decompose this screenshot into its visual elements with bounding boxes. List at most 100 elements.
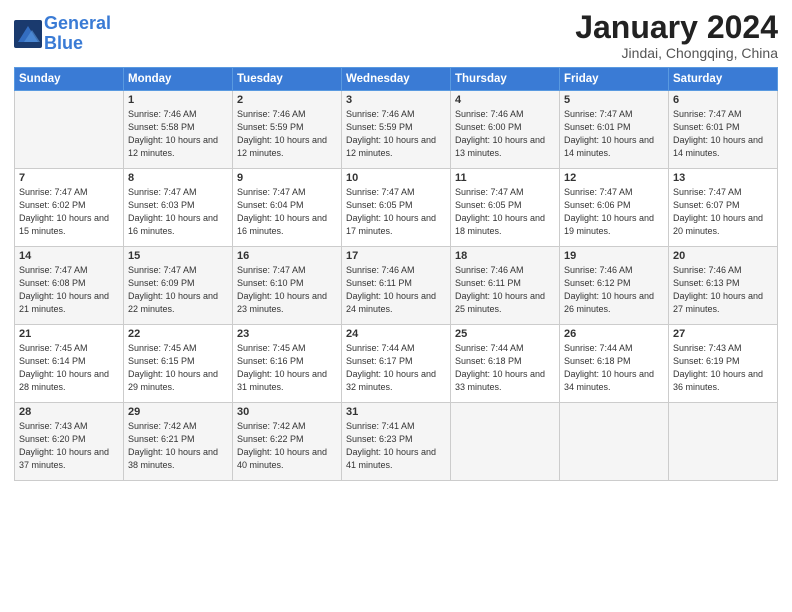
day-info: Sunrise: 7:47 AMSunset: 6:04 PMDaylight:… — [237, 187, 327, 236]
logo-icon — [14, 20, 42, 48]
day-cell: 4Sunrise: 7:46 AMSunset: 6:00 PMDaylight… — [451, 91, 560, 169]
calendar-header: Sunday Monday Tuesday Wednesday Thursday… — [15, 68, 778, 91]
day-number: 17 — [346, 250, 446, 262]
logo: General Blue — [14, 14, 111, 54]
day-cell: 14 Sunrise: 7:47 AMSunset: 6:08 PMDayligh… — [15, 247, 124, 325]
day-info: Sunrise: 7:47 AMSunset: 6:06 PMDaylight:… — [564, 187, 654, 236]
day-info: Sunrise: 7:43 AMSunset: 6:19 PMDaylight:… — [673, 343, 763, 392]
day-info: Sunrise: 7:46 AMSunset: 5:59 PMDaylight:… — [237, 109, 327, 158]
day-number: 20 — [673, 250, 773, 262]
day-cell: 12 Sunrise: 7:47 AMSunset: 6:06 PMDayligh… — [560, 169, 669, 247]
day-info: Sunrise: 7:47 AMSunset: 6:07 PMDaylight:… — [673, 187, 763, 236]
location: Jindai, Chongqing, China — [575, 45, 778, 61]
day-number: 3 — [346, 94, 446, 106]
day-cell: 17 Sunrise: 7:46 AMSunset: 6:11 PMDayligh… — [342, 247, 451, 325]
day-cell: 26Sunrise: 7:44 AMSunset: 6:18 PMDayligh… — [560, 325, 669, 403]
day-cell: 19Sunrise: 7:46 AMSunset: 6:12 PMDayligh… — [560, 247, 669, 325]
day-cell: 16Sunrise: 7:47 AMSunset: 6:10 PMDayligh… — [233, 247, 342, 325]
day-info: Sunrise: 7:45 AMSunset: 6:16 PMDaylight:… — [237, 343, 327, 392]
col-wednesday: Wednesday — [342, 68, 451, 91]
col-sunday: Sunday — [15, 68, 124, 91]
day-info: Sunrise: 7:47 AMSunset: 6:05 PMDaylight:… — [346, 187, 436, 236]
day-cell: 21 Sunrise: 7:45 AMSunset: 6:14 PMDayligh… — [15, 325, 124, 403]
day-cell: 30 Sunrise: 7:42 AMSunset: 6:22 PMDayligh… — [233, 403, 342, 481]
day-cell: 5 Sunrise: 7:47 AMSunset: 6:01 PMDaylight… — [560, 91, 669, 169]
day-cell: 9 Sunrise: 7:47 AMSunset: 6:04 PMDaylight… — [233, 169, 342, 247]
day-info: Sunrise: 7:47 AMSunset: 6:05 PMDaylight:… — [455, 187, 545, 236]
day-number: 19 — [564, 250, 664, 262]
day-number: 24 — [346, 328, 446, 340]
col-friday: Friday — [560, 68, 669, 91]
day-number: 21 — [19, 328, 119, 340]
day-cell: 8Sunrise: 7:47 AMSunset: 6:03 PMDaylight… — [124, 169, 233, 247]
week-row-3: 14 Sunrise: 7:47 AMSunset: 6:08 PMDayligh… — [15, 247, 778, 325]
calendar-body: 1Sunrise: 7:46 AMSunset: 5:58 PMDaylight… — [15, 91, 778, 481]
day-cell: 6Sunrise: 7:47 AMSunset: 6:01 PMDaylight… — [669, 91, 778, 169]
day-number: 7 — [19, 172, 119, 184]
main-container: General Blue January 2024 Jindai, Chongq… — [0, 0, 792, 491]
day-info: Sunrise: 7:46 AMSunset: 5:59 PMDaylight:… — [346, 109, 436, 158]
day-info: Sunrise: 7:46 AMSunset: 6:00 PMDaylight:… — [455, 109, 545, 158]
day-cell: 29 Sunrise: 7:42 AMSunset: 6:21 PMDayligh… — [124, 403, 233, 481]
day-number: 16 — [237, 250, 337, 262]
day-info: Sunrise: 7:44 AMSunset: 6:18 PMDaylight:… — [564, 343, 654, 392]
day-number: 11 — [455, 172, 555, 184]
logo-line2: Blue — [44, 33, 83, 53]
day-cell: 7 Sunrise: 7:47 AMSunset: 6:02 PMDaylight… — [15, 169, 124, 247]
day-info: Sunrise: 7:47 AMSunset: 6:02 PMDaylight:… — [19, 187, 109, 236]
week-row-2: 7 Sunrise: 7:47 AMSunset: 6:02 PMDaylight… — [15, 169, 778, 247]
week-row-5: 28Sunrise: 7:43 AMSunset: 6:20 PMDayligh… — [15, 403, 778, 481]
logo-line1: General — [44, 13, 111, 33]
day-number: 14 — [19, 250, 119, 262]
day-cell — [669, 403, 778, 481]
day-cell: 31Sunrise: 7:41 AMSunset: 6:23 PMDayligh… — [342, 403, 451, 481]
col-thursday: Thursday — [451, 68, 560, 91]
day-info: Sunrise: 7:47 AMSunset: 6:01 PMDaylight:… — [564, 109, 654, 158]
day-number: 2 — [237, 94, 337, 106]
day-number: 22 — [128, 328, 228, 340]
day-cell: 28Sunrise: 7:43 AMSunset: 6:20 PMDayligh… — [15, 403, 124, 481]
day-cell: 22 Sunrise: 7:45 AMSunset: 6:15 PMDayligh… — [124, 325, 233, 403]
day-number: 27 — [673, 328, 773, 340]
day-cell: 1Sunrise: 7:46 AMSunset: 5:58 PMDaylight… — [124, 91, 233, 169]
day-info: Sunrise: 7:42 AMSunset: 6:22 PMDaylight:… — [237, 421, 327, 470]
day-cell: 27 Sunrise: 7:43 AMSunset: 6:19 PMDayligh… — [669, 325, 778, 403]
day-info: Sunrise: 7:44 AMSunset: 6:18 PMDaylight:… — [455, 343, 545, 392]
calendar-table: Sunday Monday Tuesday Wednesday Thursday… — [14, 67, 778, 481]
day-cell: 18Sunrise: 7:46 AMSunset: 6:11 PMDayligh… — [451, 247, 560, 325]
day-info: Sunrise: 7:44 AMSunset: 6:17 PMDaylight:… — [346, 343, 436, 392]
day-cell: 13Sunrise: 7:47 AMSunset: 6:07 PMDayligh… — [669, 169, 778, 247]
day-number: 1 — [128, 94, 228, 106]
day-number: 30 — [237, 406, 337, 418]
day-number: 12 — [564, 172, 664, 184]
week-row-1: 1Sunrise: 7:46 AMSunset: 5:58 PMDaylight… — [15, 91, 778, 169]
day-info: Sunrise: 7:47 AMSunset: 6:09 PMDaylight:… — [128, 265, 218, 314]
day-number: 8 — [128, 172, 228, 184]
header-row: Sunday Monday Tuesday Wednesday Thursday… — [15, 68, 778, 91]
day-info: Sunrise: 7:46 AMSunset: 6:11 PMDaylight:… — [346, 265, 436, 314]
day-info: Sunrise: 7:45 AMSunset: 6:14 PMDaylight:… — [19, 343, 109, 392]
day-cell: 3 Sunrise: 7:46 AMSunset: 5:59 PMDaylight… — [342, 91, 451, 169]
day-info: Sunrise: 7:47 AMSunset: 6:01 PMDaylight:… — [673, 109, 763, 158]
day-info: Sunrise: 7:47 AMSunset: 6:08 PMDaylight:… — [19, 265, 109, 314]
day-number: 10 — [346, 172, 446, 184]
day-number: 9 — [237, 172, 337, 184]
day-cell: 23 Sunrise: 7:45 AMSunset: 6:16 PMDayligh… — [233, 325, 342, 403]
day-number: 29 — [128, 406, 228, 418]
day-cell: 20Sunrise: 7:46 AMSunset: 6:13 PMDayligh… — [669, 247, 778, 325]
day-info: Sunrise: 7:46 AMSunset: 6:11 PMDaylight:… — [455, 265, 545, 314]
logo-text: General Blue — [44, 14, 111, 54]
day-cell: 25 Sunrise: 7:44 AMSunset: 6:18 PMDayligh… — [451, 325, 560, 403]
day-cell — [15, 91, 124, 169]
day-info: Sunrise: 7:41 AMSunset: 6:23 PMDaylight:… — [346, 421, 436, 470]
week-row-4: 21 Sunrise: 7:45 AMSunset: 6:14 PMDayligh… — [15, 325, 778, 403]
day-number: 28 — [19, 406, 119, 418]
day-number: 5 — [564, 94, 664, 106]
day-info: Sunrise: 7:42 AMSunset: 6:21 PMDaylight:… — [128, 421, 218, 470]
day-info: Sunrise: 7:45 AMSunset: 6:15 PMDaylight:… — [128, 343, 218, 392]
title-section: January 2024 Jindai, Chongqing, China — [575, 10, 778, 61]
day-cell: 15Sunrise: 7:47 AMSunset: 6:09 PMDayligh… — [124, 247, 233, 325]
day-number: 25 — [455, 328, 555, 340]
day-cell: 24 Sunrise: 7:44 AMSunset: 6:17 PMDayligh… — [342, 325, 451, 403]
day-number: 23 — [237, 328, 337, 340]
